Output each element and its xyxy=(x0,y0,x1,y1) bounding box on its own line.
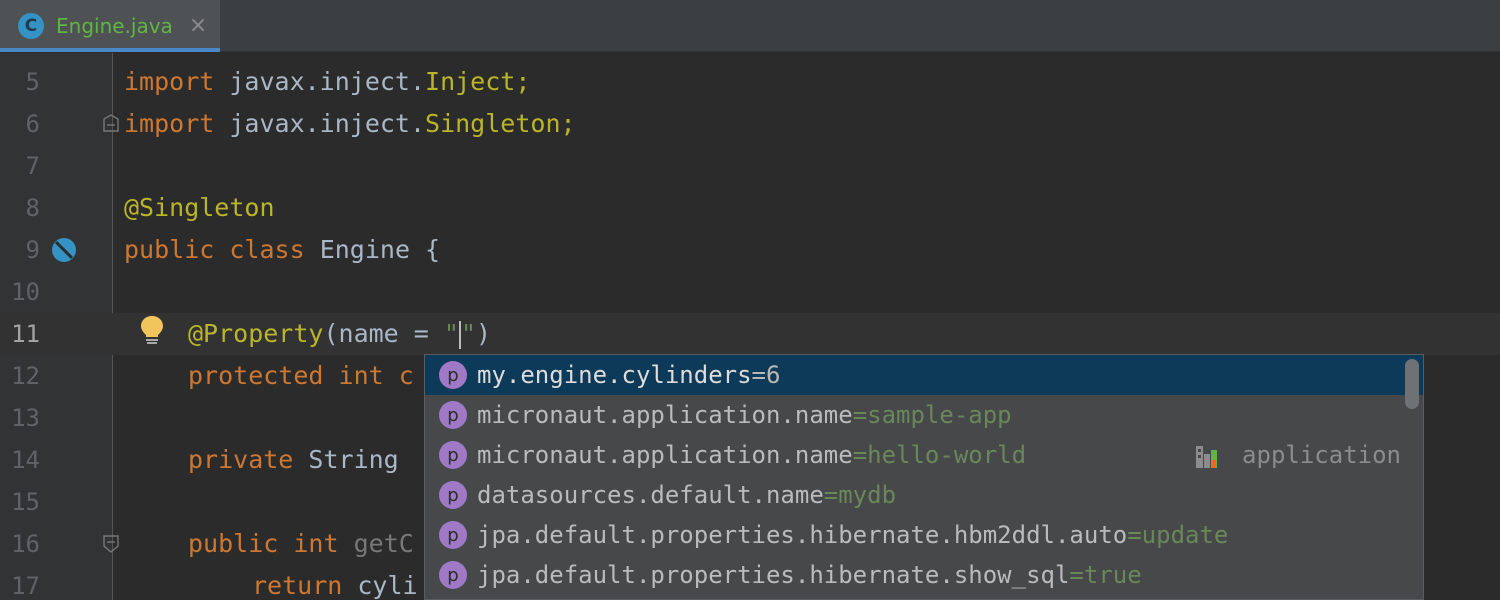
completion-key: micronaut.application.name xyxy=(477,441,853,469)
editor-tab-bar: C Engine.java × xyxy=(0,0,1500,52)
code-text: public int getC xyxy=(188,529,414,558)
code-line[interactable]: 10 xyxy=(0,271,1500,313)
line-number: 15 xyxy=(11,488,40,516)
line-number: 16 xyxy=(11,530,40,558)
completion-key: micronaut.application.name xyxy=(477,401,853,429)
code-text: public class Engine { xyxy=(124,235,441,264)
code-line[interactable]: 8 @Singleton xyxy=(0,187,1500,229)
tab-title: Engine.java xyxy=(56,14,173,38)
line-number: 11 xyxy=(11,320,40,348)
completion-value: =mydb xyxy=(823,481,897,509)
completion-item[interactable]: p datasources.default.name=mydb xyxy=(425,475,1423,515)
completion-type: application xyxy=(1194,435,1401,475)
completion-item[interactable]: p micronaut.application.name=sample-app xyxy=(425,395,1423,435)
code-line[interactable]: 6 import javax.inject.Singleton; xyxy=(0,103,1500,145)
bar-chart-icon xyxy=(1196,446,1218,468)
code-line[interactable]: 7 xyxy=(0,145,1500,187)
completion-item[interactable]: p my.engine.cylinders=6 xyxy=(425,355,1423,395)
fold-icon[interactable] xyxy=(103,535,119,553)
completion-key: my.engine.cylinders xyxy=(477,361,752,389)
code-line[interactable]: 5 import javax.inject.Inject; xyxy=(0,61,1500,103)
fold-icon[interactable] xyxy=(103,114,119,132)
code-text: import javax.inject.Singleton; xyxy=(124,109,576,138)
property-icon: p xyxy=(439,401,467,429)
line-number: 10 xyxy=(11,278,40,306)
completion-item[interactable]: p jpa.default.properties.hibernate.hbm2d… xyxy=(425,515,1423,555)
line-number: 9 xyxy=(25,236,40,264)
code-line-current[interactable]: 11 @Property(name = "") xyxy=(0,313,1500,355)
completion-value: =true xyxy=(1069,561,1142,589)
property-icon: p xyxy=(439,481,467,509)
code-line[interactable]: 9 public class Engine { xyxy=(0,229,1500,271)
completion-value: =6 xyxy=(751,361,781,389)
line-number: 6 xyxy=(25,110,40,138)
completion-key: datasources.default.name xyxy=(477,481,824,509)
code-text: import javax.inject.Inject; xyxy=(124,67,531,96)
property-icon: p xyxy=(439,521,467,549)
line-number: 14 xyxy=(11,446,40,474)
completion-item[interactable]: p jpa.default.properties.hibernate.show_… xyxy=(425,555,1423,595)
completion-value: =hello-world xyxy=(852,441,1027,469)
completion-type-label: application xyxy=(1242,441,1401,469)
property-icon: p xyxy=(439,561,467,589)
code-text: return cyli xyxy=(252,571,418,600)
line-number: 5 xyxy=(25,68,40,96)
code-text: @Property(name = "") xyxy=(188,319,492,349)
completion-key: jpa.default.properties.hibernate.hbm2ddl… xyxy=(477,521,1128,549)
close-icon[interactable]: × xyxy=(189,15,207,37)
completion-value: =sample-app xyxy=(852,401,1012,429)
active-tab-indicator xyxy=(0,48,220,52)
class-icon: C xyxy=(18,13,44,39)
code-text: @Singleton xyxy=(124,193,275,222)
code-text: protected int c xyxy=(188,361,414,390)
popup-scrollbar[interactable] xyxy=(1405,359,1419,409)
line-number: 8 xyxy=(25,194,40,222)
line-number: 12 xyxy=(11,362,40,390)
completion-popup[interactable]: p my.engine.cylinders=6 p micronaut.appl… xyxy=(424,354,1424,600)
property-icon: p xyxy=(439,361,467,389)
bulb-icon[interactable] xyxy=(139,315,165,345)
line-number: 7 xyxy=(25,152,40,180)
line-number: 13 xyxy=(11,404,40,432)
property-icon: p xyxy=(439,441,467,469)
completion-value: =update xyxy=(1127,521,1229,549)
code-text: private String xyxy=(188,445,414,474)
completion-item[interactable]: p micronaut.application.name=hello-world… xyxy=(425,435,1423,475)
tab-engine-java[interactable]: C Engine.java × xyxy=(0,0,220,52)
bean-icon[interactable] xyxy=(51,237,77,263)
completion-key: jpa.default.properties.hibernate.show_sq… xyxy=(477,561,1070,589)
line-number: 17 xyxy=(11,572,40,600)
